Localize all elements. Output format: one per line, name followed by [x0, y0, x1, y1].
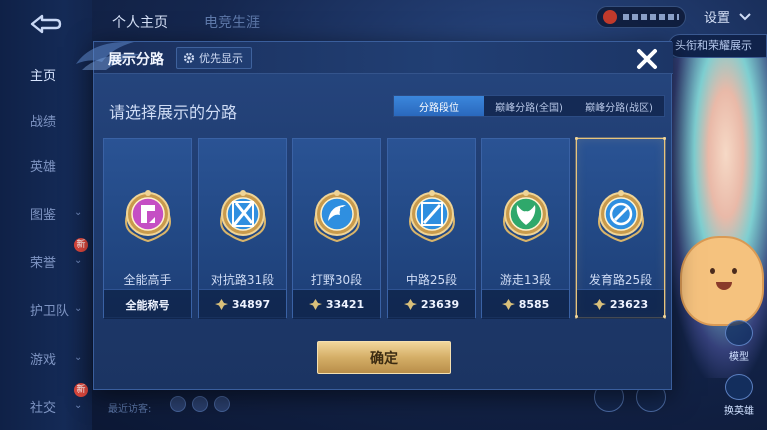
lane-card[interactable]: 中路25段 23639	[387, 138, 476, 319]
mid-lane-emblem-icon	[409, 190, 455, 243]
lane-display-dialog: 展示分路 优先显示 请选择展示的分路 分路段位 巅峰分路(全国) 巅峰分路(战区) …	[76, 41, 673, 390]
dialog-subtitle: 请选择展示的分路	[109, 103, 238, 122]
swap-hero-button[interactable]: 换英雄	[716, 372, 762, 418]
new-badge: 新	[74, 383, 88, 397]
selection-corner-marker	[663, 315, 666, 318]
selection-corner-marker	[663, 137, 666, 140]
mascot-character	[680, 236, 764, 326]
selection-corner-marker	[575, 137, 578, 140]
title-honor-display-button[interactable]: 头衔和荣耀展示	[668, 34, 767, 58]
jungle-emblem-icon	[314, 190, 360, 243]
lane-card-list: 全能高手 全能称号 对抗路31段 34897 打野30段 33421 中路25段 23639 游…	[103, 137, 666, 319]
player-badge-icon	[603, 10, 617, 24]
recent-visitors-label: 最近访客:	[108, 404, 152, 415]
sidebar-item-label: 英雄	[30, 159, 57, 175]
clash-lane-emblem-icon	[220, 190, 266, 243]
sidebar-item-label: 主页	[30, 68, 57, 84]
lane-power-footer: 23639	[388, 289, 475, 319]
chevron-down-icon: ⌄	[74, 352, 83, 363]
combat-power-value: 33421	[325, 298, 365, 311]
lane-rank-label: 全能高手	[123, 273, 172, 287]
lane-rank-label: 发育路25段	[588, 273, 653, 287]
chevron-down-icon: ⌄	[74, 400, 83, 411]
sidebar-item-label: 战绩	[30, 114, 57, 130]
sidebar-item[interactable]: 英雄	[0, 148, 92, 182]
roam-emblem-icon	[503, 190, 549, 243]
sidebar-item[interactable]: 图鉴 ⌄	[0, 196, 92, 230]
visitor-avatar[interactable]	[170, 396, 186, 412]
combat-power-value: 全能称号	[125, 298, 170, 312]
combat-power-value: 23623	[609, 298, 649, 311]
lane-rank-label: 对抗路31段	[210, 273, 275, 287]
combat-power-icon	[592, 299, 606, 310]
lane-type-tabs: 分路段位 巅峰分路(全国) 巅峰分路(战区)	[393, 95, 665, 117]
close-icon[interactable]	[634, 46, 660, 72]
model-icon	[725, 319, 753, 346]
model-button[interactable]: 模型	[716, 318, 762, 364]
lane-card[interactable]: 对抗路31段 34897	[198, 138, 287, 319]
settings-button[interactable]: 设置	[696, 4, 760, 28]
sidebar-item[interactable]: 战绩	[0, 103, 92, 137]
back-arrow-icon[interactable]	[26, 10, 64, 38]
sidebar-item[interactable]: 护卫队 ⌄	[0, 292, 92, 326]
dialog-title: 展示分路	[108, 52, 164, 68]
lane-power-footer: 全能称号	[104, 289, 191, 319]
tab-esports[interactable]: 电竞生涯	[204, 12, 260, 32]
combat-power-icon	[403, 299, 417, 310]
confirm-button[interactable]: 确定	[317, 341, 451, 374]
side-button-label: 换英雄	[724, 405, 754, 417]
lane-power-footer: 33421	[293, 289, 380, 319]
lane-card[interactable]: 打野30段 33421	[292, 138, 381, 319]
gear-icon	[183, 52, 195, 64]
player-stats-pill	[596, 6, 686, 28]
dialog-header: 展示分路 优先显示	[76, 41, 673, 74]
chevron-down-icon	[739, 13, 751, 21]
sidebar-item[interactable]: 游戏 ⌄	[0, 341, 92, 375]
lane-card[interactable]: 发育路25段 23623	[575, 137, 666, 319]
chevron-down-icon: ⌄	[74, 303, 83, 314]
lane-rank-label: 打野30段	[310, 273, 363, 287]
side-button-label: 模型	[729, 351, 749, 363]
all-round-emblem-icon	[125, 190, 171, 243]
lane-power-footer: 8585	[482, 289, 569, 319]
chevron-down-icon: ⌄	[74, 207, 83, 218]
combat-power-value: 34897	[231, 298, 271, 311]
visitor-avatar[interactable]	[214, 396, 230, 412]
lane-card[interactable]: 游走13段 8585	[481, 138, 570, 319]
combat-power-value: 8585	[518, 298, 550, 311]
sidebar-item-label: 社交	[30, 400, 57, 416]
selection-corner-marker	[575, 315, 578, 318]
priority-label: 优先显示	[199, 52, 243, 65]
combat-power-icon	[308, 299, 322, 310]
farm-lane-emblem-icon	[598, 190, 644, 243]
lane-power-footer: 23623	[577, 289, 664, 319]
settings-label: 设置	[704, 10, 731, 26]
visitor-avatar[interactable]	[192, 396, 208, 412]
sidebar-item-label: 荣誉	[30, 255, 57, 271]
stats-bars	[623, 14, 679, 20]
tab-lane-type[interactable]: 巅峰分路(战区)	[574, 96, 664, 116]
new-badge: 新	[74, 238, 88, 252]
swap-hero-icon	[725, 373, 753, 400]
priority-display-button[interactable]: 优先显示	[176, 47, 252, 69]
tab-lane-type[interactable]: 巅峰分路(全国)	[484, 96, 574, 116]
sidebar-item-label: 护卫队	[30, 303, 70, 319]
sidebar-item-label: 游戏	[30, 352, 57, 368]
combat-power-icon	[501, 299, 515, 310]
sidebar-item-label: 图鉴	[30, 207, 57, 223]
lane-rank-label: 中路25段	[405, 273, 458, 287]
lane-card[interactable]: 全能高手 全能称号	[103, 138, 192, 319]
combat-power-icon	[214, 299, 228, 310]
combat-power-value: 23639	[420, 298, 460, 311]
tab-profile[interactable]: 个人主页	[112, 12, 168, 32]
lane-rank-label: 游走13段	[499, 273, 552, 287]
chevron-down-icon: ⌄	[74, 255, 83, 266]
tab-lane-type[interactable]: 分路段位	[394, 96, 484, 116]
lane-power-footer: 34897	[199, 289, 286, 319]
